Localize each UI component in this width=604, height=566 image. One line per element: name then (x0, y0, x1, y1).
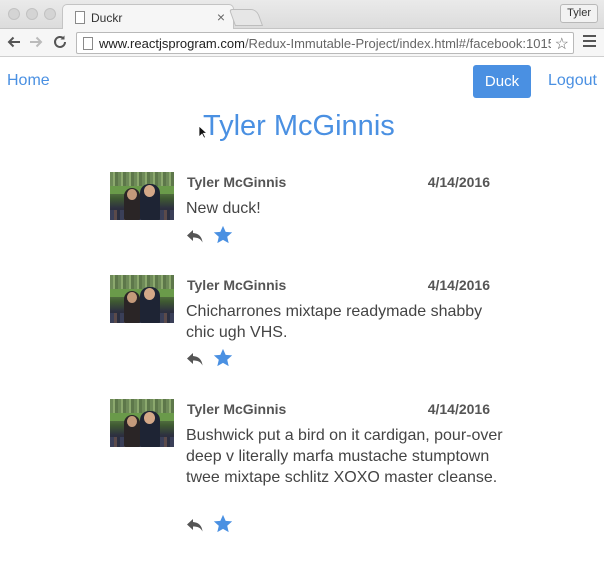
duck-button[interactable]: Duck (473, 65, 531, 98)
duck-author[interactable]: Tyler McGinnis (187, 401, 286, 417)
profile-button[interactable]: Tyler (560, 4, 598, 23)
avatar[interactable] (110, 399, 174, 447)
star-icon[interactable] (212, 224, 234, 246)
duck-text: New duck! (186, 200, 261, 217)
menu-icon[interactable] (583, 35, 596, 50)
avatar[interactable] (110, 172, 174, 220)
duck-text: Bushwick put a bird on it cardigan, pour… (186, 427, 503, 486)
browser-tab-strip: Duckr × Tyler (0, 0, 604, 30)
url-path: /Redux-Immutable-Project/index.html#/fac… (244, 36, 551, 51)
url-text: www.reactjsprogram.com/Redux-Immutable-P… (99, 36, 551, 51)
new-tab-button[interactable] (228, 9, 264, 26)
browser-toolbar: www.reactjsprogram.com/Redux-Immutable-P… (0, 29, 604, 57)
duck-item[interactable]: Tyler McGinnis 4/14/2016 Chicharrones mi… (110, 275, 500, 375)
reply-icon[interactable] (186, 351, 204, 367)
page-icon (83, 37, 93, 50)
duck-author[interactable]: Tyler McGinnis (187, 277, 286, 293)
star-icon[interactable] (212, 513, 234, 535)
tab-close-icon[interactable]: × (217, 9, 225, 25)
duck-date: 4/14/2016 (427, 401, 490, 417)
window-zoom-button[interactable] (44, 8, 56, 20)
duck-date: 4/14/2016 (427, 277, 490, 293)
nav-home-link[interactable]: Home (7, 72, 50, 90)
duck-item[interactable]: Tyler McGinnis 4/14/2016 Bushwick put a … (110, 399, 503, 539)
window-close-button[interactable] (8, 8, 20, 20)
url-host: www.reactjsprogram.com (99, 36, 245, 51)
reply-icon[interactable] (186, 517, 204, 533)
tab-title: Duckr (91, 11, 123, 25)
duck-author[interactable]: Tyler McGinnis (187, 174, 286, 190)
page-title: Tyler McGinnis (203, 110, 395, 142)
browser-tab[interactable]: Duckr × (62, 4, 234, 30)
star-icon[interactable] (212, 347, 234, 369)
address-bar[interactable]: www.reactjsprogram.com/Redux-Immutable-P… (76, 32, 574, 54)
forward-arrow-icon[interactable] (27, 33, 45, 51)
nav-logout-link[interactable]: Logout (548, 72, 597, 90)
duck-text: Chicharrones mixtape readymade shabby ch… (186, 303, 483, 341)
reload-icon[interactable] (51, 33, 69, 51)
bookmark-star-icon[interactable]: ☆ (555, 34, 569, 54)
mouse-cursor-icon (198, 125, 208, 139)
duck-item[interactable]: Tyler McGinnis 4/14/2016 New duck! (110, 172, 500, 252)
page-icon (75, 11, 85, 24)
back-arrow-icon[interactable] (5, 33, 23, 51)
avatar[interactable] (110, 275, 174, 323)
window-minimize-button[interactable] (26, 8, 38, 20)
duck-date: 4/14/2016 (427, 174, 490, 190)
reply-icon[interactable] (186, 228, 204, 244)
